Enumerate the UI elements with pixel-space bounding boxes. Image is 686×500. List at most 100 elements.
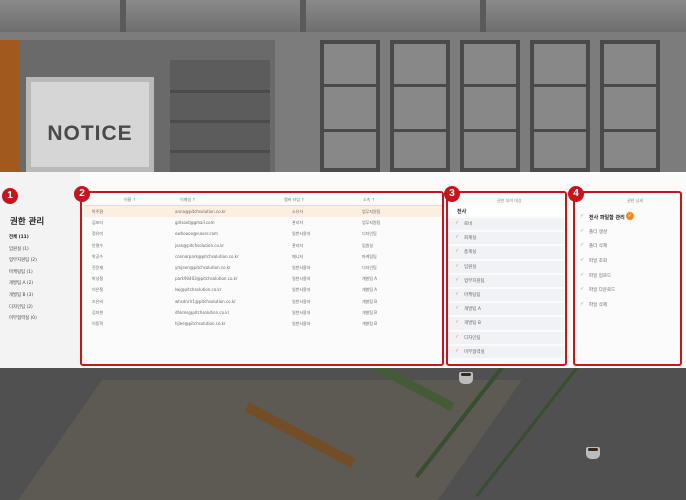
sidebar-item[interactable]: 마케팅팀 (1) [9, 270, 37, 282]
table-cell: 전윤재 [92, 264, 104, 270]
table-cell: 개발팀 A [362, 276, 378, 282]
table-cell: 안명수 [92, 242, 104, 248]
shelf-line [170, 120, 270, 123]
check-icon: ✓ [455, 319, 460, 326]
ceiling-beam [300, 0, 306, 32]
table-cell: hjlee@pitchsolution.co.kr [175, 320, 226, 326]
table-row[interactable]: 박주환 anna@pitchsolution.co.kr 소유자 업무지원팀 [84, 206, 442, 218]
permission-detail-list: ✓ 전사 파일함 관리 ✓ ✓ 폴더 생성 ✓ 폴더 삭제 ✓ 파일 조회 ✓ 파일 업로드 ✓ 파일 … [577, 211, 677, 314]
permission-target-label: 업무지원팀 [464, 278, 485, 284]
permission-target-item[interactable]: ✓ 업무지원팀 [448, 274, 564, 287]
check-icon: ✓ [455, 220, 460, 226]
table-cell: girlsoid@gmail.com [175, 220, 215, 226]
table-cell: 일반사용자 [292, 276, 311, 282]
permission-target-item[interactable]: ✓ 개발팀 B [448, 317, 564, 330]
table-cell: connorpark@pitchsolution.co.kr [175, 253, 239, 259]
permission-detail-item[interactable]: ✓ 파일 삭제 [577, 299, 677, 314]
table-cell: 개발팀 B [362, 298, 378, 304]
permission-target-item[interactable]: ✓ 디자인팀 [448, 331, 564, 344]
column-header[interactable]: 소속 ↑ [363, 197, 375, 203]
table-row[interactable]: 박공수 connorpark@pitchsolution.co.kr 매니저 마케팅팀 [84, 251, 442, 262]
table-cell: jsan@pitchsolution.co.kr [175, 242, 225, 248]
permission-detail-label: 파일 다운로드 [589, 288, 616, 294]
permission-detail-item[interactable]: ✓ 파일 조회 [577, 255, 677, 270]
window-frame [394, 84, 446, 87]
table-cell: 임원실 [362, 242, 374, 248]
page-title: 권한 관리 [10, 217, 45, 227]
sidebar-item[interactable]: 미부협력실 (0) [9, 316, 37, 328]
permission-detail-item[interactable]: ✓ 파일 업로드 [577, 270, 677, 285]
table-row[interactable]: 박성철 park90403@pitchsolution.co.kr 일반사용자 개발팀… [84, 273, 442, 284]
table-cell: 이동혁 [92, 320, 104, 326]
sidebar-item[interactable]: 개발팀 A (2) [9, 281, 37, 293]
table-cell: 조은비 [92, 298, 104, 304]
window-frame [604, 84, 656, 87]
permission-detail-item[interactable]: ✓ 폴더 삭제 [577, 240, 677, 255]
sidebar-item[interactable]: 임원실 (1) [9, 247, 37, 259]
check-icon: ✓ [455, 347, 460, 354]
permission-target-item[interactable]: ✓ 로비 [448, 218, 564, 231]
table-cell: 박공수 [92, 253, 104, 259]
column-header[interactable]: 이름 ↑ [124, 197, 136, 203]
permission-target-item[interactable]: ✓ 미부협력실 [448, 345, 564, 358]
window-frame [534, 129, 586, 132]
permission-target-label: 마케팅팀 [464, 292, 481, 298]
permission-detail-label: 파일 업로드 [589, 273, 612, 279]
permission-target-list: 전사 ✓ 로비 ✓ 회계실 ✓ 총계실 ✓ 임원실 ✓ 업무지원팀 ✓ 마케팅팀 ✓ 개발팀 A ✓ 개발팀 B… [448, 205, 564, 360]
background-window [460, 40, 520, 172]
table-cell: 일반사용자 [292, 309, 311, 315]
permission-target-label: 미부협력실 [464, 349, 485, 355]
table-cell: anna@pitchsolution.co.kr [175, 209, 226, 214]
background-window [600, 40, 660, 172]
ceiling-beam [120, 0, 126, 32]
check-icon: ✓ [455, 248, 460, 255]
check-icon: ✓ [580, 227, 585, 234]
sidebar-item[interactable]: 전체 (11) [9, 235, 37, 247]
sidebar-item[interactable]: 개발팀 B (3) [9, 293, 37, 305]
table-cell: 업무지원팀 [362, 220, 381, 226]
permission-detail-label: 파일 조회 [589, 259, 607, 265]
permission-target-item[interactable]: 전사 [448, 205, 564, 216]
table-cell: 업무지원팀 [362, 209, 381, 214]
check-icon: ✓ [455, 290, 460, 297]
table-cell: 일반사용자 [292, 320, 311, 326]
selected-check-icon: ✓ [626, 212, 634, 220]
permission-target-item[interactable]: ✓ 회계실 [448, 232, 564, 245]
notice-board: NOTICE [26, 77, 154, 172]
table-row[interactable]: 정유미 owhoooo@naver.com 일반사용자 디자인팀 [84, 228, 442, 239]
column-header[interactable]: 이메일 ↑ [180, 197, 196, 203]
permission-target-label: 임원실 [464, 264, 477, 270]
sidebar-item[interactable]: 디자인팀 (2) [9, 305, 37, 317]
table-cell: 디자인팀 [362, 231, 377, 237]
sidebar-item[interactable]: 업무지원팀 (2) [9, 258, 37, 270]
window-frame [464, 84, 516, 87]
check-icon: ✓ [455, 305, 460, 312]
permission-target-item[interactable]: ✓ 마케팅팀 [448, 288, 564, 302]
permission-detail-item[interactable]: ✓ 폴더 생성 [577, 226, 677, 241]
table-cell: 개발팀 B [362, 309, 378, 315]
permission-target-item[interactable]: ✓ 총계실 [448, 246, 564, 259]
table-row[interactable]: 전윤재 ymjeon@pitchsolution.co.kr 일반사용자 디자인팀 [84, 262, 442, 273]
table-cell: 김포터 [92, 220, 104, 226]
permission-detail-item[interactable]: ✓ 전사 파일함 관리 ✓ [577, 211, 677, 226]
column-header[interactable]: 멤버 타입 ↑ [284, 197, 305, 203]
permission-target-item[interactable]: ✓ 개발팀 A [448, 303, 564, 316]
permission-detail-item[interactable]: ✓ 파일 다운로드 [577, 284, 677, 299]
permission-detail-label: 폴더 생성 [589, 229, 607, 235]
table-cell: 개발팀 A [362, 287, 378, 293]
table-row[interactable]: 이은철 lwj@pitchsolution.co.kr 일반사용자 개발팀 A [84, 284, 442, 295]
table-row[interactable]: 김지현 dhkms@pitchsolution.co.kr 일반사용자 개발팀 B [84, 307, 442, 318]
background-orange-pillar [0, 40, 20, 172]
shelf-line [170, 150, 270, 153]
table-row[interactable]: 조은비 whsdnrlr1@pitchsolution.co.kr 일반사용자 개발팀… [84, 296, 442, 307]
table-header: 이름 ↑ 이메일 ↑ 멤버 타입 ↑ 소속 ↑ [84, 194, 442, 206]
table-row[interactable]: 안명수 jsan@pitchsolution.co.kr 관리자 임원실 [84, 240, 442, 251]
table-cell: 박성철 [92, 276, 104, 282]
table-cell: whsdnrlr1@pitchsolution.co.kr [175, 298, 236, 304]
sidebar-group-list: 전체 (11) 임원실 (1) 업무지원팀 (2) 마케팅팀 (1) 개발팀 A (2)… [9, 235, 37, 328]
table-row[interactable]: 김포터 girlsoid@gmail.com 관리자 업무지원팀 [84, 217, 442, 228]
permission-target-item[interactable]: ✓ 임원실 [448, 260, 564, 273]
permission-detail-label: 폴더 삭제 [589, 244, 607, 250]
table-row[interactable]: 이동혁 hjlee@pitchsolution.co.kr 일반사용자 개발팀 B [84, 318, 442, 329]
table-cell: 마케팅팀 [362, 253, 377, 259]
